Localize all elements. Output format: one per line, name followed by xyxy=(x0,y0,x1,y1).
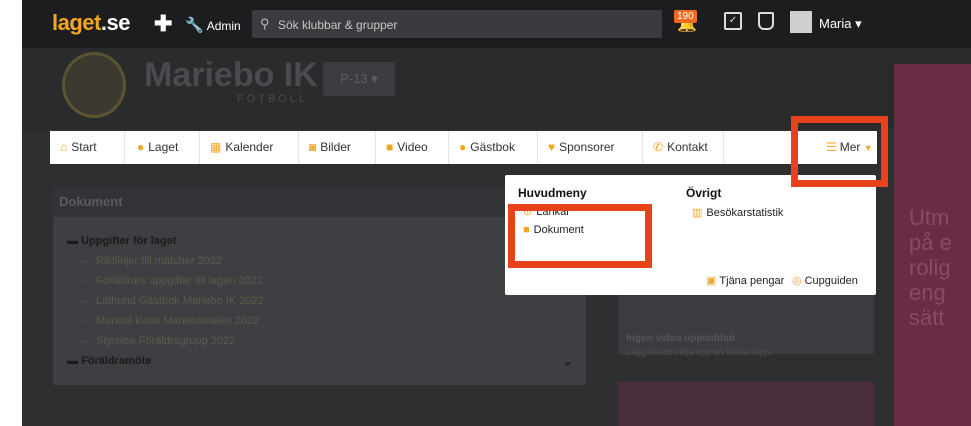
nav-kalender[interactable]: ▦ Kalender xyxy=(198,131,299,164)
search-input[interactable]: ⚲ Sök klubbar & grupper xyxy=(252,10,662,38)
user-menu[interactable]: Maria ▾ xyxy=(819,16,862,32)
admin-button[interactable]: 🔧 Admin xyxy=(185,16,241,34)
dropdown-link-cupguiden[interactable]: ◎ Cupguiden xyxy=(792,274,858,287)
nav-bilder[interactable]: ◙ Bilder xyxy=(297,131,376,164)
calendar-icon: ▦ xyxy=(210,140,222,154)
top-bar: laget.se ✚ 🔧 Admin ⚲ Sök klubbar & gruppe… xyxy=(22,0,971,48)
app-window: laget.se ✚ 🔧 Admin ⚲ Sök klubbar & gruppe… xyxy=(22,0,971,426)
wrench-icon: 🔧 xyxy=(185,17,204,34)
user-avatar[interactable] xyxy=(790,11,812,33)
dropdown-link-tjana-pengar[interactable]: ▣ Tjäna pengar xyxy=(706,274,784,287)
nav-start[interactable]: ⌂ Start xyxy=(50,131,125,164)
video-empty-subtitle: Lägg in och välja upp en första klipp xyxy=(626,347,770,357)
chat-bubbles-icon: ● xyxy=(459,140,467,154)
home-icon: ⌂ xyxy=(60,140,68,154)
promo-box xyxy=(618,382,874,426)
list-item[interactable]: — Styrelse Föräldragrupp 2022 xyxy=(81,335,235,347)
phone-icon: ✆ xyxy=(653,140,664,154)
laget-logo[interactable]: laget.se xyxy=(52,10,130,36)
tasks-checkbox-icon[interactable]: ✓ xyxy=(724,12,742,30)
nav-sponsorer[interactable]: ♥ Sponsorer xyxy=(536,131,643,164)
nav-kontakt[interactable]: ✆ Kontakt xyxy=(641,131,724,164)
nav-laget[interactable]: ● Laget xyxy=(125,131,200,164)
dropdown-heading-ovrigt: Övrigt xyxy=(686,186,722,200)
search-icon: ⚲ xyxy=(260,16,270,31)
video-empty-title: Ingen video uppladdad xyxy=(626,333,735,344)
create-plus-icon[interactable]: ✚ xyxy=(154,11,172,37)
team-selector[interactable]: P-13 ▾ xyxy=(323,62,395,96)
main-nav: ⌂ Start ● Laget ▦ Kalender ◙ Bilder ■ Video ●… xyxy=(50,131,877,164)
highlight-box-dokument xyxy=(508,204,652,268)
dropdown-heading-huvudmeny: Huvudmeny xyxy=(518,186,587,200)
club-name: Mariebo IK xyxy=(144,56,318,94)
list-item[interactable]: — Riktlinjer till matcher 2022 xyxy=(81,255,222,267)
heart-icon: ♥ xyxy=(548,140,556,154)
camera-icon: ◙ xyxy=(309,140,317,154)
folder-uppgifter[interactable]: ▬ Uppgifter för laget xyxy=(67,235,176,247)
list-item[interactable]: — Manual kiosk Mariebovallen 2022 xyxy=(81,315,259,327)
bar-chart-icon: ▥ xyxy=(692,207,703,219)
club-crest xyxy=(62,52,126,118)
user-icon: ● xyxy=(137,140,145,154)
shield-icon[interactable] xyxy=(758,12,774,30)
video-camera-icon: ■ xyxy=(386,140,394,154)
club-sport: FOTBOLL xyxy=(237,93,309,105)
list-item[interactable]: — Lathund Gästbok Mariebo IK 2022 xyxy=(81,295,264,307)
nav-video[interactable]: ■ Video xyxy=(374,131,449,164)
nav-gastbok[interactable]: ● Gästbok xyxy=(447,131,538,164)
highlight-box-mer xyxy=(791,116,888,187)
dropdown-item-besokarstatistik[interactable]: ▥ Besökarstatistik xyxy=(692,206,783,219)
list-item[interactable]: — Föräldrars uppgifter till lagen 2022 xyxy=(81,275,263,287)
notification-count-badge: 190 xyxy=(674,10,697,23)
side-promo-text: Utm på e rolig eng sätt xyxy=(909,205,952,330)
money-icon: ▣ xyxy=(706,275,717,287)
cup-guide-icon: ◎ xyxy=(792,275,802,287)
expand-chevron-icon[interactable]: ⌄ xyxy=(563,355,572,368)
folder-foraldramote[interactable]: ▬ Föräldramöte xyxy=(67,355,151,367)
